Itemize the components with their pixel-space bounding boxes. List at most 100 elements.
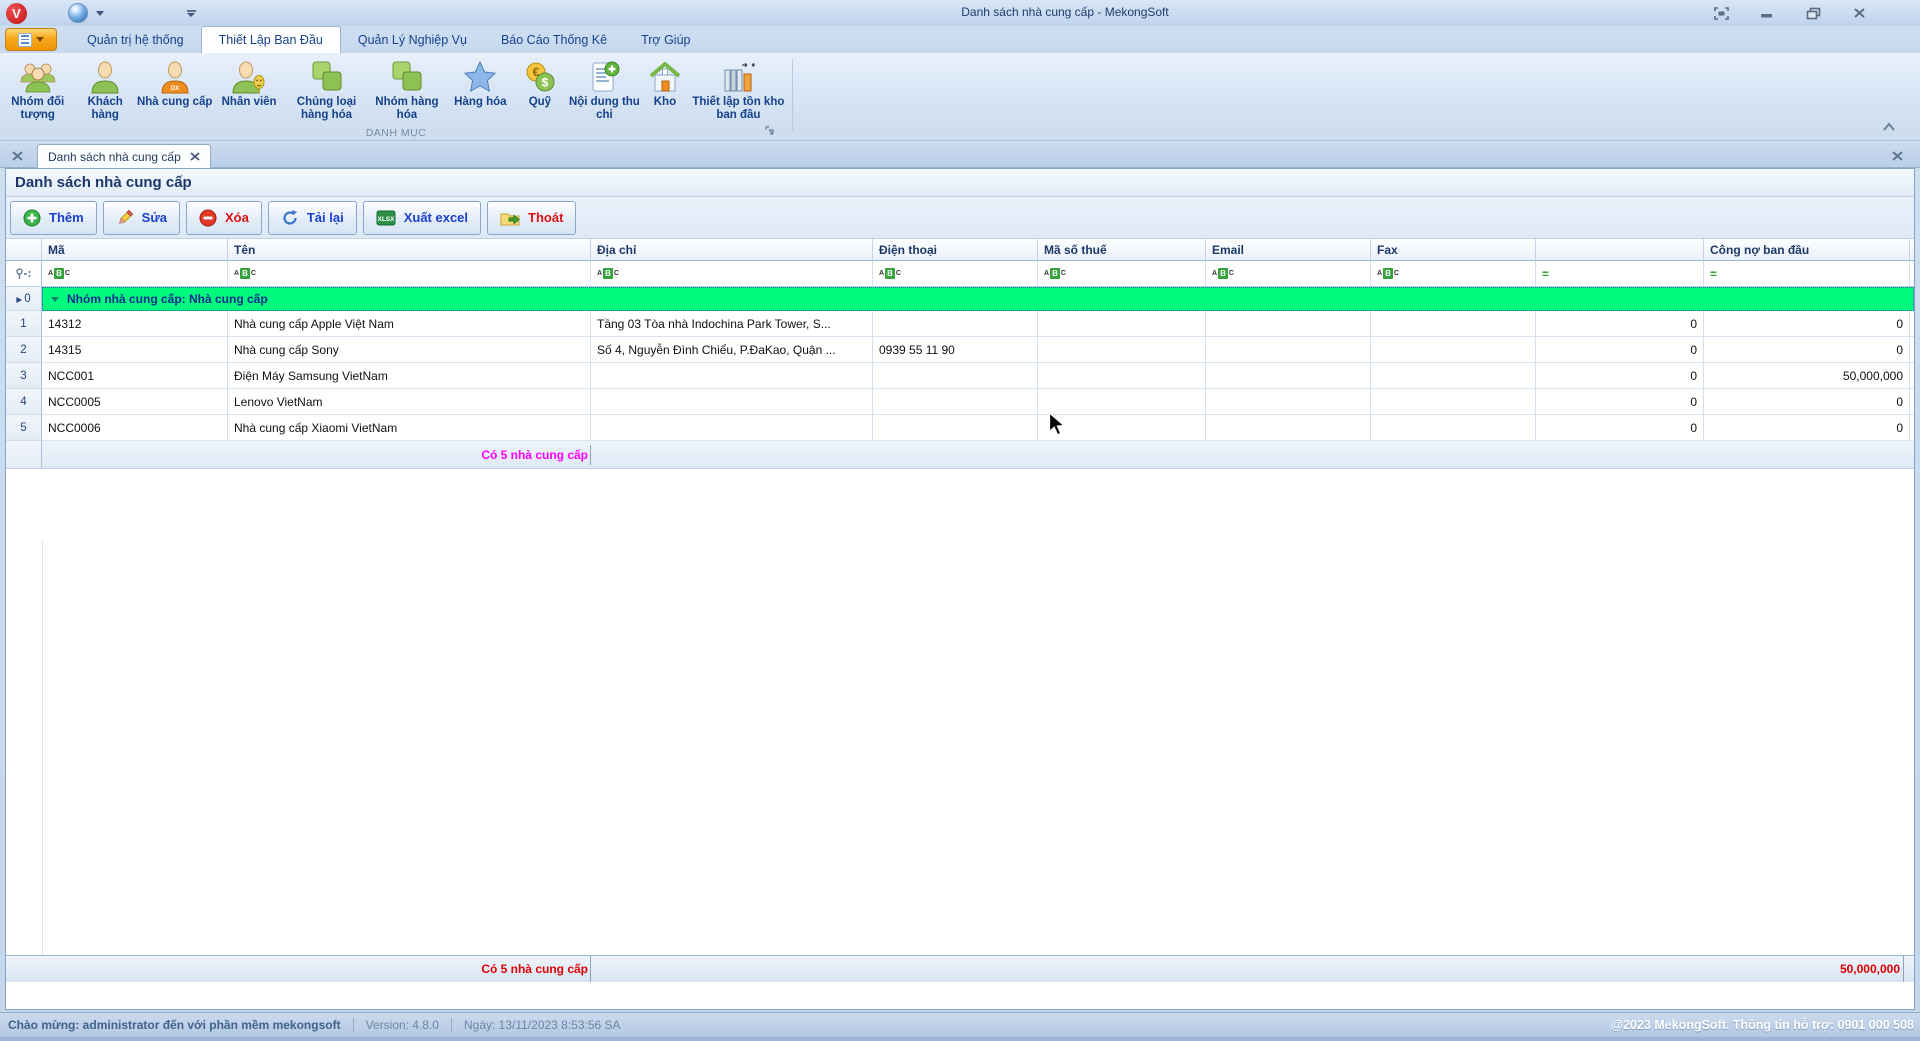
ribbon-item-nhom-hang-hoa[interactable]: Nhóm hàng hóa	[367, 55, 446, 125]
cell-dia-chi[interactable]	[591, 389, 873, 415]
quick-access-toolbar-button[interactable]	[183, 6, 199, 21]
cell-fax[interactable]	[1371, 311, 1536, 337]
column-header-ten[interactable]: Tên	[228, 239, 591, 261]
restore-button[interactable]	[1802, 4, 1824, 22]
ribbon-tab-quan-ly-nghiep-vu[interactable]: Quản Lý Nghiệp Vụ	[341, 26, 484, 53]
ribbon-item-hang-hoa[interactable]: Hàng hóa	[447, 55, 514, 125]
cell-ten[interactable]: Lenovo VietNam	[228, 389, 591, 415]
column-header-dien-thoai[interactable]: Điện thoại	[873, 239, 1038, 261]
cell-dia-chi[interactable]	[591, 415, 873, 441]
ribbon-item-nha-cung-cap[interactable]: DX Nhà cung cấp	[137, 55, 212, 125]
application-menu-button[interactable]	[5, 28, 57, 51]
cell-dien-thoai[interactable]	[873, 363, 1038, 389]
minimize-button[interactable]	[1756, 4, 1778, 22]
reload-button[interactable]: Tải lại	[267, 200, 357, 235]
cell-ma[interactable]: NCC0005	[42, 389, 228, 415]
cell-cong-no-0[interactable]: 0	[1536, 311, 1704, 337]
ribbon-tab-thiet-lap-ban-dau[interactable]: Thiết Lập Ban Đầu	[200, 26, 341, 53]
docstrip-close-right-icon[interactable]	[1888, 147, 1906, 164]
exit-button[interactable]: Thoát	[487, 200, 577, 235]
ribbon-item-chung-loai-hang-hoa[interactable]: Chủng loại hàng hóa	[286, 55, 367, 125]
orb-dropdown-arrow-icon[interactable]	[96, 11, 104, 16]
cell-dien-thoai[interactable]: 0939 55 11 90	[873, 337, 1038, 363]
table-row[interactable]: 2 14315 Nhà cung cấp Sony Số 4, Nguyễn Đ…	[6, 337, 1914, 363]
cell-cong-no[interactable]: 50,000,000	[1704, 363, 1910, 389]
cell-cong-no[interactable]: 0	[1704, 311, 1910, 337]
column-header-email[interactable]: Email	[1206, 239, 1371, 261]
filter-cell-ma[interactable]: ABC	[42, 261, 228, 287]
table-row[interactable]: 4 NCC0005 Lenovo VietNam 0 0	[6, 389, 1914, 415]
column-header-cong-no-0[interactable]	[1536, 239, 1704, 261]
cell-cong-no-0[interactable]: 0	[1536, 363, 1704, 389]
export-excel-button[interactable]: XLSX Xuất excel	[362, 200, 482, 235]
cell-email[interactable]	[1206, 311, 1371, 337]
ribbon-item-quy[interactable]: € $ Quỹ	[514, 55, 566, 125]
group-collapse-chevron-icon[interactable]	[51, 296, 59, 302]
cell-cong-no[interactable]: 0	[1704, 337, 1910, 363]
column-header-ma-so-thue[interactable]: Mã số thuế	[1038, 239, 1206, 261]
edit-button[interactable]: Sửa	[102, 200, 180, 235]
fullscreen-button[interactable]	[1710, 4, 1732, 22]
filter-cell-cong-no[interactable]: =	[1704, 261, 1910, 287]
cell-fax[interactable]	[1371, 363, 1536, 389]
cell-dien-thoai[interactable]	[873, 415, 1038, 441]
filter-cell-dia-chi[interactable]: ABC	[591, 261, 873, 287]
column-header-ma[interactable]: Mã	[42, 239, 228, 261]
ribbon-item-noi-dung-thu-chi[interactable]: Nội dung thu chi	[566, 55, 643, 125]
column-header-dia-chi[interactable]: Địa chỉ	[591, 239, 873, 261]
column-header-cong-no-ban-dau[interactable]: Công nợ ban đầu	[1704, 239, 1910, 261]
cell-fax[interactable]	[1371, 415, 1536, 441]
cell-ma[interactable]: 14312	[42, 311, 228, 337]
cell-email[interactable]	[1206, 415, 1371, 441]
ribbon-item-thiet-lap-ton-kho[interactable]: Thiết lập tồn kho ban đầu	[687, 55, 790, 125]
add-button[interactable]: Thêm	[10, 200, 97, 235]
delete-button[interactable]: Xóa	[186, 200, 262, 235]
ribbon-collapse-chevron-icon[interactable]	[1882, 120, 1898, 134]
ribbon-item-nhom-doi-tuong[interactable]: Nhóm đối tượng	[2, 55, 73, 125]
document-tab-close-icon[interactable]	[190, 152, 200, 161]
cell-dia-chi[interactable]	[591, 363, 873, 389]
table-row[interactable]: 3 NCC001 Điện Máy Samsung VietNam 0 50,0…	[6, 363, 1914, 389]
ribbon-tab-tro-giup[interactable]: Trợ Giúp	[624, 26, 707, 53]
cell-dia-chi[interactable]: Số 4, Nguyễn Đình Chiểu, P.ĐaKao, Quận .…	[591, 337, 873, 363]
close-button[interactable]	[1848, 4, 1870, 22]
cell-cong-no[interactable]: 0	[1704, 415, 1910, 441]
cell-email[interactable]	[1206, 337, 1371, 363]
dialog-launcher-icon[interactable]	[765, 125, 779, 138]
cell-email[interactable]	[1206, 389, 1371, 415]
cell-ten[interactable]: Điện Máy Samsung VietNam	[228, 363, 591, 389]
ribbon-item-kho[interactable]: Kho	[643, 55, 687, 125]
filter-cell-dien-thoai[interactable]: ABC	[873, 261, 1038, 287]
cell-ma-so-thue[interactable]	[1038, 311, 1206, 337]
filter-cell-ma-so-thue[interactable]: ABC	[1038, 261, 1206, 287]
docstrip-close-left-icon[interactable]	[8, 147, 26, 164]
cell-cong-no-0[interactable]: 0	[1536, 337, 1704, 363]
ribbon-tab-bao-cao-thong-ke[interactable]: Báo Cáo Thống Kê	[484, 26, 624, 53]
cell-ten[interactable]: Nhà cung cấp Sony	[228, 337, 591, 363]
cell-ma-so-thue[interactable]	[1038, 363, 1206, 389]
cell-fax[interactable]	[1371, 389, 1536, 415]
column-header-fax[interactable]: Fax	[1371, 239, 1536, 261]
cell-cong-no[interactable]: 0	[1704, 389, 1910, 415]
app-orb-button[interactable]	[68, 3, 88, 23]
table-row[interactable]: 5 NCC0006 Nhà cung cấp Xiaomi VietNam 0 …	[6, 415, 1914, 441]
filter-cell-ten[interactable]: ABC	[228, 261, 591, 287]
cell-ten[interactable]: Nhà cung cấp Apple Việt Nam	[228, 311, 591, 337]
cell-ma-so-thue[interactable]	[1038, 337, 1206, 363]
cell-ten[interactable]: Nhà cung cấp Xiaomi VietNam	[228, 415, 591, 441]
cell-ma[interactable]: NCC0006	[42, 415, 228, 441]
cell-dia-chi[interactable]: Tầng 03 Tòa nhà Indochina Park Tower, S.…	[591, 311, 873, 337]
table-row[interactable]: 1 14312 Nhà cung cấp Apple Việt Nam Tầng…	[6, 311, 1914, 337]
cell-ma[interactable]: NCC001	[42, 363, 228, 389]
cell-dien-thoai[interactable]	[873, 389, 1038, 415]
group-row[interactable]: ▸ 0 Nhóm nhà cung cấp: Nhà cung cấp	[6, 287, 1914, 311]
ribbon-item-nhan-vien[interactable]: Nhân viên	[212, 55, 285, 125]
document-tab-danh-sach-nha-cung-cap[interactable]: Danh sách nhà cung cấp	[37, 144, 211, 168]
cell-dien-thoai[interactable]	[873, 311, 1038, 337]
ribbon-tab-quan-tri-he-thong[interactable]: Quản trị hệ thống	[70, 26, 201, 53]
cell-fax[interactable]	[1371, 337, 1536, 363]
filter-cell-email[interactable]: ABC	[1206, 261, 1371, 287]
cell-cong-no-0[interactable]: 0	[1536, 415, 1704, 441]
filter-cell-cong-no-0[interactable]: =	[1536, 261, 1704, 287]
group-row-band[interactable]: Nhóm nhà cung cấp: Nhà cung cấp	[42, 287, 1914, 311]
